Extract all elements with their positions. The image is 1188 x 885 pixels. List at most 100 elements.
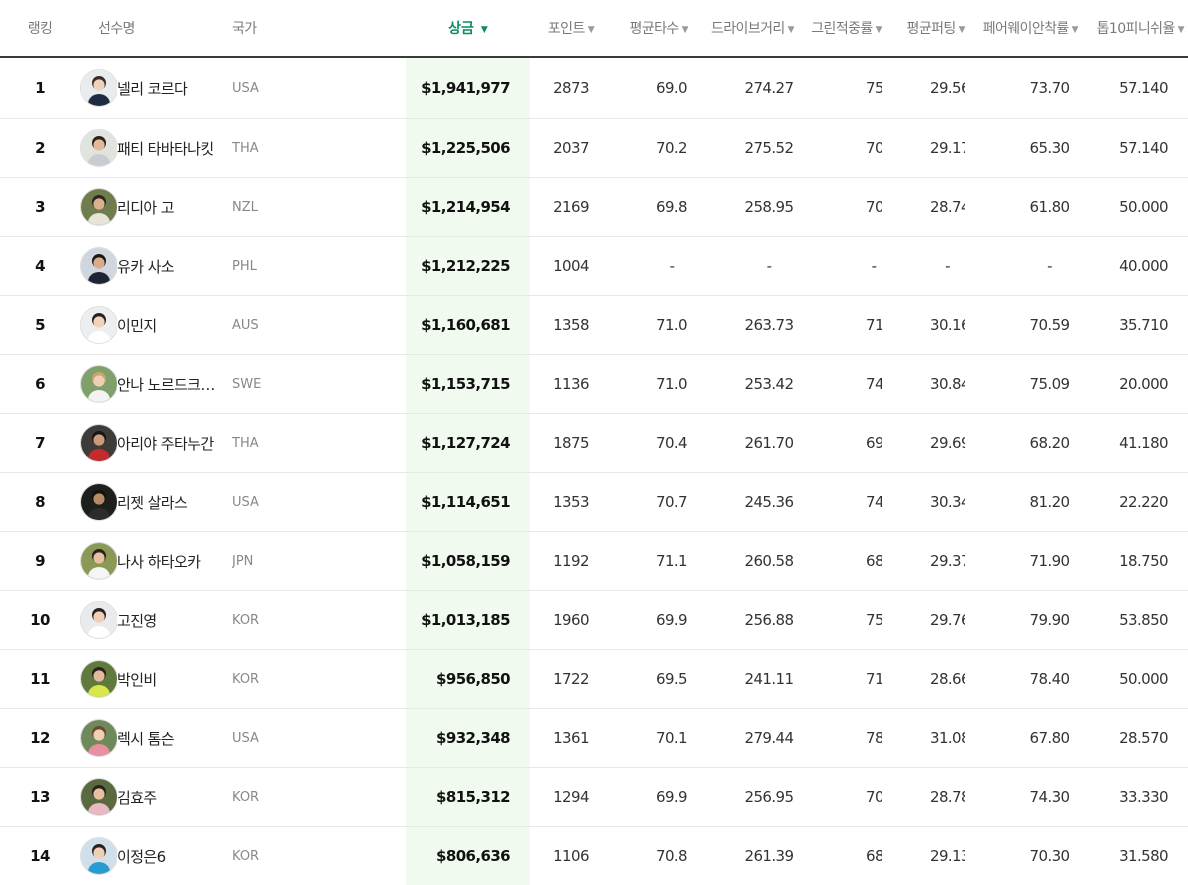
player-name-link[interactable]: 패티 타바타나킷 <box>117 138 232 159</box>
column-header-avg-score-label: 평균타수 <box>629 21 680 37</box>
player-avatar[interactable] <box>80 483 117 521</box>
player-photo-icon <box>81 189 117 225</box>
player-name-cell[interactable]: 이정은6 <box>117 826 232 885</box>
drive-cell: 261.39 <box>688 826 794 885</box>
money-cell: $1,941,977 <box>406 57 530 119</box>
column-header-avg-score[interactable]: 평균타수 ▼ <box>612 0 688 58</box>
column-header-top10[interactable]: 톱10피니쉬율 ▼ <box>1078 0 1188 58</box>
drive-cell: 274.27 <box>688 57 794 119</box>
top10-cell: 57.140 <box>1078 57 1188 119</box>
column-header-money[interactable]: 상금 ▼ <box>406 0 530 58</box>
player-avatar[interactable] <box>80 306 117 344</box>
player-name-cell[interactable]: 김효주 <box>117 767 232 827</box>
player-avatar[interactable] <box>80 365 117 403</box>
column-header-points[interactable]: 포인트 ▼ <box>530 0 612 58</box>
rank-cell: 8 <box>0 472 80 532</box>
avg-score-cell: 70.491 <box>612 413 688 473</box>
player-photo-cell <box>80 708 117 768</box>
player-name-cell[interactable]: 아리야 주타누간 <box>117 413 232 473</box>
gir-cell: 75.30 <box>794 57 882 119</box>
player-name-link[interactable]: 렉시 톰슨 <box>117 728 232 749</box>
gir-cell: 74.90 <box>794 354 882 414</box>
player-name-link[interactable]: 안나 노르드크비스트 <box>117 374 232 395</box>
player-name-cell[interactable]: 리젯 살라스 <box>117 472 232 532</box>
player-name-cell[interactable]: 넬리 코르다 <box>117 57 232 119</box>
table-row[interactable]: 6 안나 노르드크비스트 SWE $1,153,715 1136 71.089 … <box>0 354 1188 414</box>
player-avatar[interactable] <box>80 542 117 580</box>
fairway-cell: 67.80 <box>965 708 1078 768</box>
player-avatar[interactable] <box>80 601 117 639</box>
country-cell: USA <box>232 708 406 768</box>
avg-score-cell: 71.089 <box>612 354 688 414</box>
player-avatar[interactable] <box>80 778 117 816</box>
country-cell: NZL <box>232 177 406 237</box>
player-name-link[interactable]: 아리야 주타누간 <box>117 433 232 454</box>
player-avatar[interactable] <box>80 660 117 698</box>
country-cell: THA <box>232 413 406 473</box>
putts-cell: 28.660 <box>882 649 965 709</box>
player-name-cell[interactable]: 렉시 톰슨 <box>117 708 232 768</box>
player-name-link[interactable]: 리젯 살라스 <box>117 492 232 513</box>
player-avatar[interactable] <box>80 719 117 757</box>
table-header-row: 랭킹 선수명 국가 상금 ▼ 포인트 ▼ 평균타수 ▼ 드라이브거리 ▼ 그린적… <box>0 0 1188 58</box>
gir-cell: 70.90 <box>794 177 882 237</box>
player-avatar[interactable] <box>80 837 117 875</box>
table-row[interactable]: 8 리젯 살라스 USA $1,114,651 1353 70.719 245.… <box>0 472 1188 532</box>
player-name-cell[interactable]: 박인비 <box>117 649 232 709</box>
player-name-cell[interactable]: 안나 노르드크비스트 <box>117 354 232 414</box>
table-row[interactable]: 11 박인비 KOR $956,850 1722 69.596 241.11 7… <box>0 649 1188 709</box>
player-name-cell[interactable]: 고진영 <box>117 590 232 650</box>
player-name-cell[interactable]: 패티 타바타나킷 <box>117 118 232 178</box>
player-name-link[interactable]: 리디아 고 <box>117 197 232 218</box>
player-name-cell[interactable]: 유카 사소 <box>117 236 232 296</box>
player-name-link[interactable]: 박인비 <box>117 669 232 690</box>
player-name-link[interactable]: 넬리 코르다 <box>117 78 232 99</box>
top10-cell: 18.750 <box>1078 531 1188 591</box>
table-row[interactable]: 2 패티 타바타나킷 THA $1,225,506 2037 70.213 27… <box>0 118 1188 178</box>
putts-cell: 29.370 <box>882 531 965 591</box>
column-header-putts[interactable]: 평균퍼팅 ▼ <box>882 0 965 58</box>
avg-score-cell: 69.596 <box>612 649 688 709</box>
table-row[interactable]: 14 이정은6 KOR $806,636 1106 70.857 261.39 … <box>0 826 1188 885</box>
player-photo-cell <box>80 590 117 650</box>
table-row[interactable]: 9 나사 하타오카 JPN $1,058,159 1192 71.196 260… <box>0 531 1188 591</box>
drive-cell: 279.44 <box>688 708 794 768</box>
player-name-cell[interactable]: 리디아 고 <box>117 177 232 237</box>
rank-cell: 14 <box>0 826 80 885</box>
drive-cell: 258.95 <box>688 177 794 237</box>
player-photo-icon <box>81 248 117 284</box>
table-row[interactable]: 13 김효주 KOR $815,312 1294 69.975 256.95 7… <box>0 767 1188 827</box>
player-avatar[interactable] <box>80 247 117 285</box>
player-name-link[interactable]: 유카 사소 <box>117 256 232 277</box>
table-row[interactable]: 10 고진영 KOR $1,013,185 1960 69.978 256.88… <box>0 590 1188 650</box>
player-avatar[interactable] <box>80 424 117 462</box>
table-row[interactable]: 5 이민지 AUS $1,160,681 1358 71.023 263.73 … <box>0 295 1188 355</box>
player-name-link[interactable]: 이정은6 <box>117 846 232 867</box>
drive-cell: 253.42 <box>688 354 794 414</box>
player-avatar[interactable] <box>80 69 117 107</box>
column-header-drive[interactable]: 드라이브거리 ▼ <box>688 0 794 58</box>
player-avatar[interactable] <box>80 188 117 226</box>
table-row[interactable]: 12 렉시 톰슨 USA $932,348 1361 70.192 279.44… <box>0 708 1188 768</box>
table-row[interactable]: 4 유카 사소 PHL $1,212,225 1004 - - - - - 40… <box>0 236 1188 296</box>
player-name-cell[interactable]: 나사 하타오카 <box>117 531 232 591</box>
table-row[interactable]: 1 넬리 코르다 USA $1,941,977 2873 69.020 274.… <box>0 57 1188 119</box>
putts-cell: 29.170 <box>882 118 965 178</box>
country-cell: THA <box>232 118 406 178</box>
table-row[interactable]: 3 리디아 고 NZL $1,214,954 2169 69.810 258.9… <box>0 177 1188 237</box>
player-name-cell[interactable]: 이민지 <box>117 295 232 355</box>
rank-cell: 7 <box>0 413 80 473</box>
putts-cell: 30.340 <box>882 472 965 532</box>
column-header-fairway[interactable]: 페어웨이안착률 ▼ <box>965 0 1078 58</box>
gir-cell: 68.00 <box>794 531 882 591</box>
player-name-link[interactable]: 이민지 <box>117 315 232 336</box>
player-name-link[interactable]: 고진영 <box>117 610 232 631</box>
gir-cell: 78.09 <box>794 708 882 768</box>
column-header-gir[interactable]: 그린적중률 ▼ <box>794 0 882 58</box>
fairway-cell: - <box>965 236 1078 296</box>
player-name-link[interactable]: 나사 하타오카 <box>117 551 232 572</box>
player-name-link[interactable]: 김효주 <box>117 787 232 808</box>
player-avatar[interactable] <box>80 129 117 167</box>
table-row[interactable]: 7 아리야 주타누간 THA $1,127,724 1875 70.491 26… <box>0 413 1188 473</box>
player-photo-icon <box>81 130 117 166</box>
